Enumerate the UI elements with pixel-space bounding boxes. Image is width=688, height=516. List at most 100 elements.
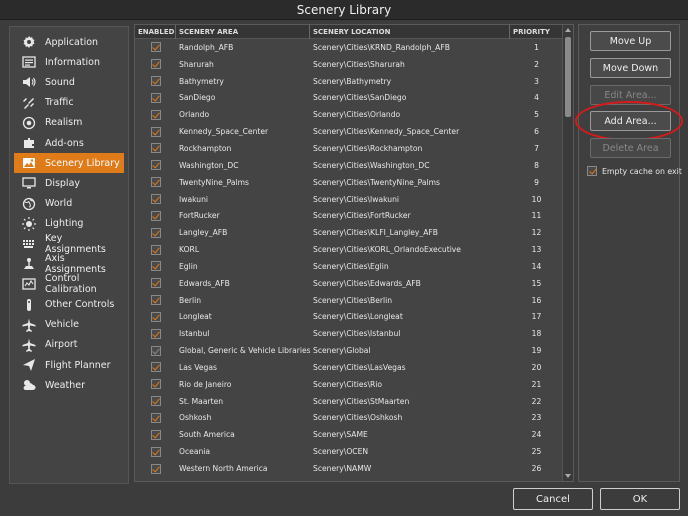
move-up-button[interactable]: Move Up [590, 31, 671, 51]
sidebar-item-scenery-library[interactable]: Scenery Library [14, 153, 124, 174]
scenery-area-cell: Las Vegas [179, 362, 217, 372]
table-row[interactable]: Rockhampton Scenery\Cities\Rockhampton 7 [135, 140, 563, 157]
header-scenery-area[interactable]: SCENERY AREA [176, 25, 310, 39]
table-row[interactable]: Iwakuni Scenery\Cities\Iwakuni 10 [135, 191, 563, 208]
table-scrollbar[interactable] [562, 25, 573, 481]
enabled-checkbox[interactable] [150, 429, 161, 440]
scrollbar-thumb[interactable] [565, 37, 571, 117]
table-row[interactable]: Orlando Scenery\Cities\Orlando 5 [135, 106, 563, 123]
sidebar-item-display[interactable]: Display [14, 173, 124, 193]
enabled-checkbox[interactable] [150, 278, 161, 289]
sidebar-item-other-controls[interactable]: Other Controls [14, 294, 124, 314]
enabled-checkbox[interactable] [150, 379, 161, 390]
table-row[interactable]: Eglin Scenery\Cities\Eglin 14 [135, 258, 563, 275]
sidebar-item-label: Airport [45, 339, 78, 351]
enabled-checkbox[interactable] [150, 446, 161, 457]
table-row[interactable]: Global, Generic & Vehicle Libraries Scene… [135, 342, 563, 359]
priority-cell: 25 [531, 447, 542, 457]
scenery-area-cell: Global, Generic & Vehicle Libraries [179, 346, 310, 356]
sidebar-item-world[interactable]: World [14, 194, 124, 214]
header-priority[interactable]: PRIORITY [510, 25, 563, 39]
header-scenery-location[interactable]: SCENERY LOCATION [310, 25, 510, 39]
table-row[interactable]: TwentyNine_Palms Scenery\Cities\TwentyNin… [135, 174, 563, 191]
edit-area-button[interactable]: Edit Area... [590, 85, 671, 105]
table-row[interactable]: Berlin Scenery\Cities\Berlin 16 [135, 292, 563, 309]
enabled-checkbox[interactable] [150, 396, 161, 407]
sidebar-item-weather[interactable]: Weather [14, 375, 124, 395]
enabled-checkbox[interactable] [150, 42, 161, 53]
empty-cache-checkbox[interactable] [587, 166, 597, 176]
sidebar-item-addons[interactable]: Add-ons [14, 133, 124, 153]
enabled-checkbox[interactable] [150, 362, 161, 373]
table-row[interactable]: Washington_DC Scenery\Cities\Washington_D… [135, 157, 563, 174]
scenery-location-cell: Scenery\Cities\Kennedy_Space_Center [313, 127, 460, 137]
table-row[interactable]: Rio de Janeiro Scenery\Cities\Rio 21 [135, 376, 563, 393]
enabled-checkbox[interactable] [150, 194, 161, 205]
table-row[interactable]: Longleat Scenery\Cities\Longleat 17 [135, 309, 563, 326]
sidebar-item-key-assignments[interactable]: Key Assignments [14, 233, 124, 255]
sidebar-item-label: Traffic [45, 97, 74, 109]
table-row[interactable]: Las Vegas Scenery\Cities\LasVegas 20 [135, 359, 563, 376]
ok-button[interactable]: OK [600, 488, 680, 510]
table-row[interactable]: Langley_AFB Scenery\Cities\KLFI_Langley_A… [135, 224, 563, 241]
sidebar-item-application[interactable]: Application [14, 32, 124, 52]
cancel-button[interactable]: Cancel [513, 488, 593, 510]
enabled-checkbox[interactable] [150, 311, 161, 322]
enabled-checkbox[interactable] [150, 160, 161, 171]
enabled-checkbox[interactable] [150, 109, 161, 120]
sidebar-item-label: Weather [45, 379, 85, 391]
header-enabled[interactable]: ENABLED [135, 25, 176, 39]
table-row[interactable]: Bathymetry Scenery\Bathymetry 3 [135, 73, 563, 90]
enabled-checkbox[interactable] [150, 261, 161, 272]
empty-cache-option[interactable]: Empty cache on exit [587, 166, 682, 176]
sidebar-item-realism[interactable]: Realism [14, 113, 124, 133]
table-row[interactable]: Edwards_AFB Scenery\Cities\Edwards_AFB 15 [135, 275, 563, 292]
sidebar-item-traffic[interactable]: Traffic [14, 93, 124, 113]
sidebar-item-lighting[interactable]: Lighting [14, 214, 124, 234]
enabled-cell [135, 177, 176, 188]
enabled-checkbox[interactable] [150, 76, 161, 87]
scroll-down-icon[interactable] [565, 474, 571, 478]
other-controls-icon [22, 298, 36, 312]
table-row[interactable]: Sharurah Scenery\Cities\Sharurah 2 [135, 56, 563, 73]
enabled-checkbox[interactable] [150, 412, 161, 423]
enabled-checkbox[interactable] [150, 244, 161, 255]
scenery-location-cell: Scenery\OCEN [313, 447, 369, 457]
table-row[interactable]: Western North America Scenery\NAMW 26 [135, 460, 563, 477]
delete-area-button[interactable]: Delete Area [590, 138, 671, 158]
table-row[interactable]: Kennedy_Space_Center Scenery\Cities\Kenne… [135, 123, 563, 140]
enabled-checkbox[interactable] [150, 210, 161, 221]
table-row[interactable]: Randolph_AFB Scenery\Cities\KRND_Randolph… [135, 39, 563, 56]
enabled-checkbox[interactable] [150, 143, 161, 154]
enabled-checkbox[interactable] [150, 59, 161, 70]
table-row[interactable]: Oceania Scenery\OCEN 25 [135, 443, 563, 460]
priority-cell: 8 [534, 160, 539, 170]
table-row[interactable]: St. Maarten Scenery\Cities\StMaarten 22 [135, 393, 563, 410]
enabled-checkbox[interactable] [150, 92, 161, 103]
table-row[interactable]: KORL Scenery\Cities\KORL_OrlandoExecutive… [135, 241, 563, 258]
vehicle-icon [22, 318, 36, 332]
table-row[interactable]: Istanbul Scenery\Cities\Istanbul 18 [135, 325, 563, 342]
enabled-checkbox[interactable] [150, 345, 161, 356]
enabled-checkbox[interactable] [150, 295, 161, 306]
table-row[interactable]: FortRucker Scenery\Cities\FortRucker 11 [135, 207, 563, 224]
sidebar-item-information[interactable]: Information [14, 52, 124, 72]
sidebar-item-vehicle[interactable]: Vehicle [14, 315, 124, 335]
enabled-checkbox[interactable] [150, 328, 161, 339]
scroll-up-icon[interactable] [565, 28, 571, 32]
enabled-checkbox[interactable] [150, 177, 161, 188]
table-row[interactable]: SanDiego Scenery\Cities\SanDiego 4 [135, 90, 563, 107]
move-down-button[interactable]: Move Down [590, 58, 671, 78]
priority-cell: 3 [534, 76, 539, 86]
table-row[interactable]: South America Scenery\SAME 24 [135, 426, 563, 443]
enabled-checkbox[interactable] [150, 227, 161, 238]
sidebar-item-sound[interactable]: Sound [14, 72, 124, 92]
table-row[interactable]: Oshkosh Scenery\Cities\Oshkosh 23 [135, 410, 563, 427]
enabled-checkbox[interactable] [150, 463, 161, 474]
enabled-checkbox[interactable] [150, 126, 161, 137]
sidebar-item-axis-assignments[interactable]: Axis Assignments [14, 253, 124, 275]
sidebar-item-flight-planner[interactable]: Flight Planner [14, 355, 124, 375]
add-area-button[interactable]: Add Area... [590, 111, 671, 131]
sidebar-item-control-calibration[interactable]: Control Calibration [14, 273, 124, 295]
sidebar-item-airport[interactable]: Airport [14, 335, 124, 355]
